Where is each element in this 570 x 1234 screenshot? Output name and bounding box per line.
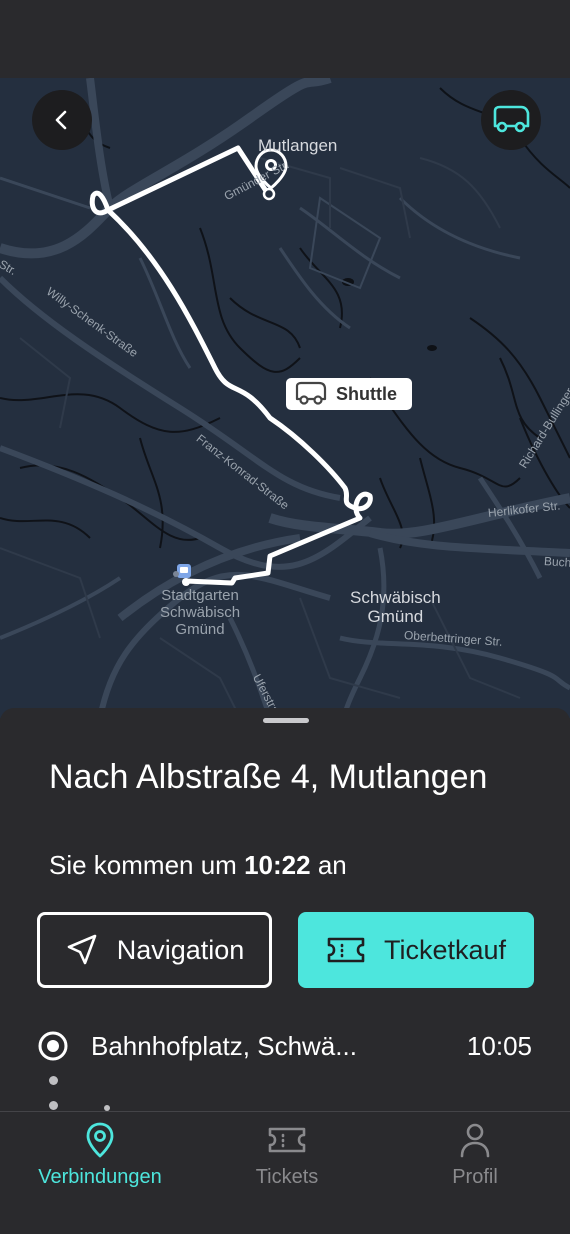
chevron-left-icon	[55, 110, 67, 130]
shuttle-tag-label: Shuttle	[336, 383, 397, 404]
trip-bottom-sheet[interactable]: Nach Albstraße 4, Mutlangen Sie kommen u…	[0, 708, 570, 1112]
route-dot	[49, 1076, 58, 1085]
route-line	[89, 145, 373, 586]
map-label-schwaebisch-gmuend: Schwäbisch Gmünd	[350, 588, 441, 627]
route-dot	[49, 1101, 58, 1110]
tab-label: Verbindungen	[38, 1166, 162, 1188]
arrival-time: 10:22	[244, 850, 311, 880]
street-label: Buch	[543, 554, 570, 570]
stop-name: Bahnhofplatz, Schwä...	[91, 1030, 357, 1061]
sheet-drag-handle[interactable]	[263, 718, 309, 723]
vehicle-button[interactable]	[481, 90, 541, 150]
shuttle-bus-icon	[295, 381, 327, 405]
arrival-prefix: Sie kommen um	[49, 850, 237, 880]
shuttle-bus-icon	[493, 105, 530, 133]
origin-stop-icon	[38, 1031, 68, 1061]
destination-title: Nach Albstraße 4, Mutlangen	[49, 758, 488, 796]
person-icon	[460, 1123, 490, 1158]
tab-profil[interactable]: Profil	[430, 1120, 520, 1189]
back-button[interactable]	[32, 90, 92, 150]
navigation-button-label: Navigation	[116, 934, 245, 965]
tab-tickets[interactable]: Tickets	[237, 1120, 337, 1189]
arrival-info: Sie kommen um 10:22 an	[49, 850, 347, 881]
ticket-icon	[327, 937, 365, 963]
shuttle-vehicle-marker[interactable]: Shuttle	[286, 378, 412, 410]
status-bar	[0, 0, 570, 78]
list-item[interactable]: Bahnhofplatz, Schwä... 10:05	[37, 1026, 537, 1066]
ticket-icon	[268, 1127, 306, 1153]
map-canvas	[0, 78, 570, 718]
map-label-stadtgarten: Stadtgarten Schwäbisch Gmünd	[160, 587, 241, 638]
ticket-purchase-button[interactable]: Ticketkauf	[298, 912, 534, 988]
bottom-tab-bar: Verbindungen Tickets Profil	[0, 1111, 570, 1234]
arrival-suffix: an	[317, 850, 347, 880]
tab-label: Tickets	[255, 1166, 319, 1188]
map-label-mutlangen: Mutlangen	[258, 136, 338, 155]
location-pin-icon	[86, 1122, 114, 1158]
map-view[interactable]: Mutlangen Schwäbisch Gmünd Stadtgarten S…	[0, 78, 570, 718]
ticket-button-label: Ticketkauf	[383, 934, 507, 965]
tab-verbindungen[interactable]: Verbindungen	[30, 1120, 170, 1189]
navigation-arrow-icon	[67, 934, 97, 965]
navigation-button[interactable]: Navigation	[37, 912, 272, 988]
tab-label: Profil	[452, 1166, 498, 1188]
stop-time: 10:05	[466, 1030, 532, 1061]
